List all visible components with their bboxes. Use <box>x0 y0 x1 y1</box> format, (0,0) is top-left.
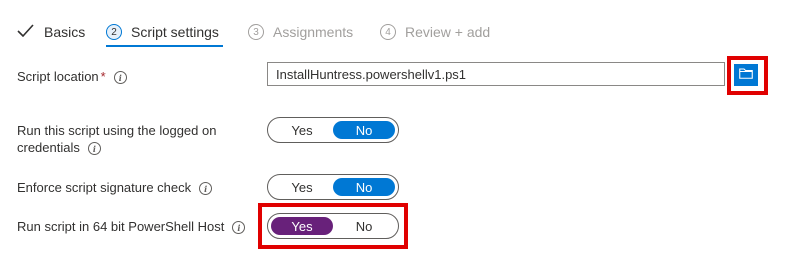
run-64bit-text: Run script in 64 bit PowerShell Host <box>17 219 225 234</box>
required-asterisk: * <box>100 69 106 84</box>
toggle-no-option[interactable]: No <box>333 121 395 139</box>
info-icon[interactable]: i <box>113 71 127 85</box>
script-location-text: Script location <box>17 69 99 84</box>
step-basics[interactable]: Basics <box>17 22 85 42</box>
step-number-badge: 4 <box>380 24 396 40</box>
active-step-underline <box>106 45 223 47</box>
step-review-add-label: Review + add <box>405 24 491 40</box>
enforce-signature-label: Enforce script signature check i <box>17 179 213 196</box>
run-as-logged-on-toggle[interactable]: Yes No <box>267 117 399 143</box>
step-basics-label: Basics <box>44 24 86 40</box>
step-number-badge: 2 <box>106 24 122 40</box>
script-location-label: Script location * i <box>17 68 127 85</box>
highlight-box-64bit-toggle <box>258 203 408 249</box>
info-icon[interactable]: i <box>199 182 213 196</box>
run-as-logged-on-line2: credentials <box>17 140 80 155</box>
step-script-settings[interactable]: 2 Script settings <box>106 22 219 42</box>
step-script-settings-label: Script settings <box>131 24 219 40</box>
step-number-badge: 3 <box>248 24 264 40</box>
info-icon[interactable]: i <box>87 142 101 156</box>
toggle-yes-option[interactable]: Yes <box>271 121 333 139</box>
step-review-add[interactable]: 4 Review + add <box>380 22 490 42</box>
step-assignments[interactable]: 3 Assignments <box>248 22 353 42</box>
toggle-no-option[interactable]: No <box>333 178 395 196</box>
script-location-input[interactable]: InstallHuntress.powershellv1.ps1 <box>267 62 725 86</box>
checkmark-icon <box>17 24 34 40</box>
run-as-logged-on-line1: Run this script using the logged on <box>17 123 217 138</box>
enforce-signature-toggle[interactable]: Yes No <box>267 174 399 200</box>
run-as-logged-on-line2-wrap: credentials i <box>17 139 216 156</box>
info-icon[interactable]: i <box>232 221 246 235</box>
run-as-logged-on-label: Run this script using the logged on cred… <box>17 122 216 156</box>
enforce-signature-text: Enforce script signature check <box>17 180 192 195</box>
run-64bit-label: Run script in 64 bit PowerShell Host i <box>17 218 246 235</box>
highlight-box-browse <box>727 56 768 95</box>
script-location-value: InstallHuntress.powershellv1.ps1 <box>276 66 467 82</box>
step-assignments-label: Assignments <box>273 24 354 40</box>
toggle-yes-option[interactable]: Yes <box>271 178 333 196</box>
